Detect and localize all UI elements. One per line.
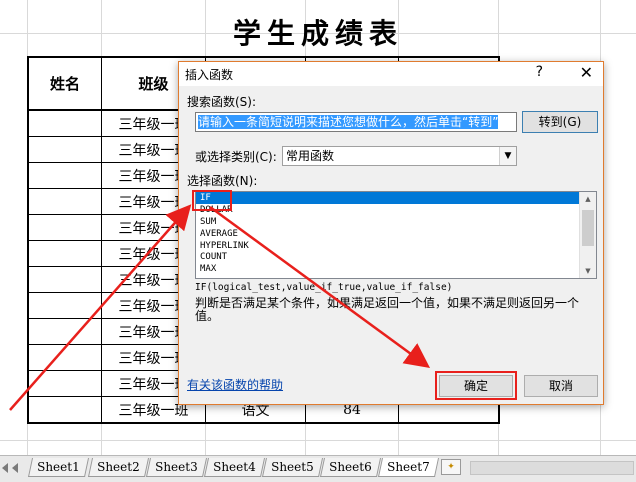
annotation-arrows <box>9 204 431 411</box>
arrow-to-if <box>9 204 192 411</box>
arrow-to-ok <box>209 205 431 368</box>
